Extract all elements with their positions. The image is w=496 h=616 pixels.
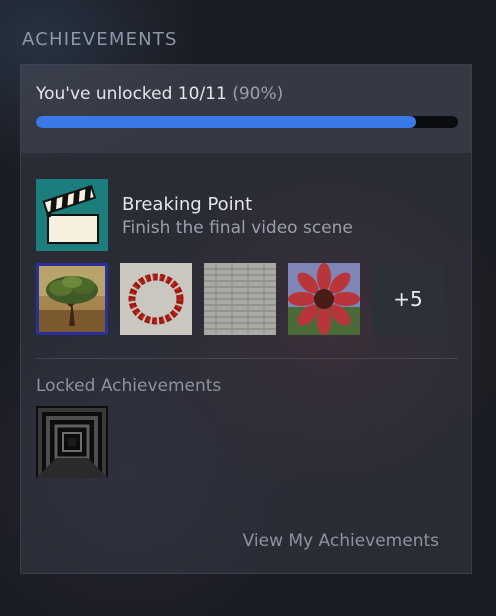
progress-text: You've unlocked 10/11 (90%) [36,84,283,104]
progress-label: You've unlocked 10/11 [36,84,227,104]
divider [36,358,458,359]
red-flower-icon[interactable] [288,263,360,335]
tree-painting-icon[interactable] [36,263,108,335]
progress-header: You've unlocked 10/11 (90%) [21,65,471,154]
dark-corridor-icon[interactable] [36,406,108,478]
more-achievements-button[interactable]: +5 [372,263,444,335]
locked-achievements-label: Locked Achievements [36,376,222,396]
clapperboard-icon[interactable] [36,179,108,251]
view-my-achievements-link[interactable]: View My Achievements [243,531,439,551]
bead-necklace-icon[interactable] [120,263,192,335]
achievement-description: Finish the final video scene [122,218,353,238]
progress-bar [36,116,458,128]
progress-percent: (90%) [232,84,284,104]
section-title: ACHIEVEMENTS [22,29,178,50]
brick-wall-icon[interactable] [204,263,276,335]
achievement-title: Breaking Point [122,194,253,215]
progress-bar-fill [36,116,416,128]
achievements-card: You've unlocked 10/11 (90%) Breaking Poi… [20,64,472,574]
